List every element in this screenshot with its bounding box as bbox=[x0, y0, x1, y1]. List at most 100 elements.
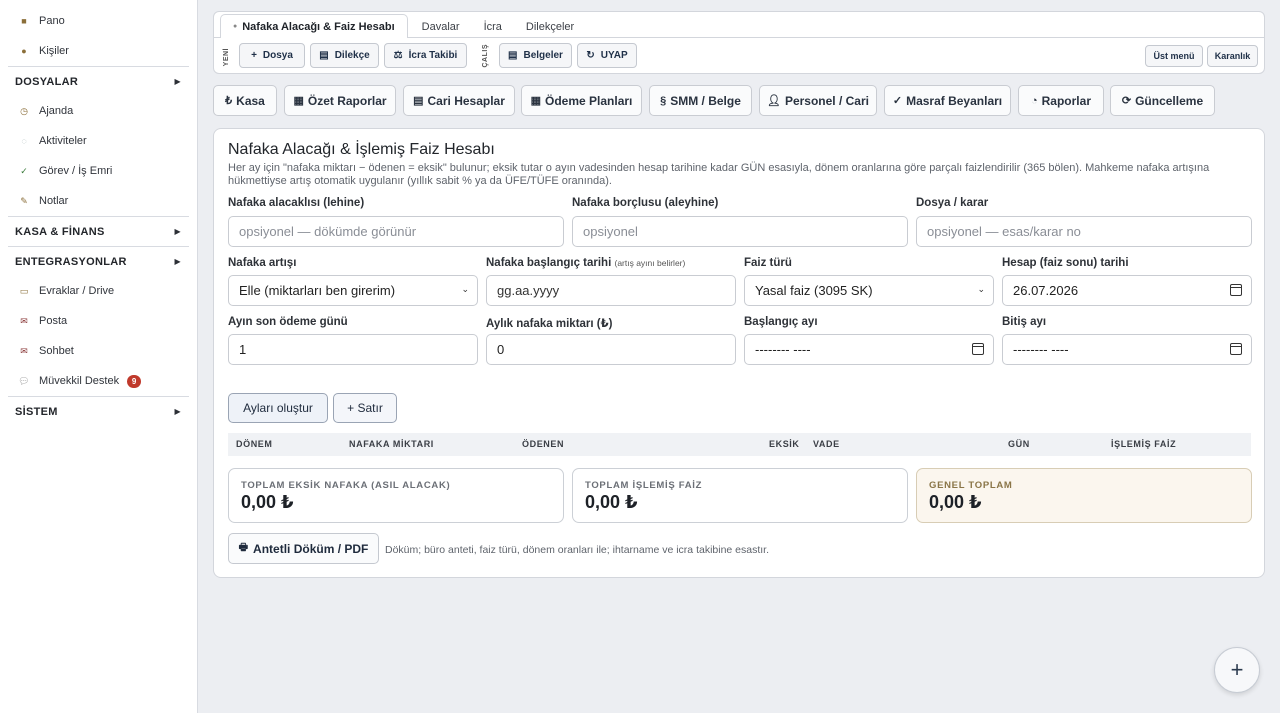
people-icon: ● bbox=[21, 46, 27, 56]
select-value: Yasal faiz (3095 SK) bbox=[755, 283, 873, 298]
dosya-karar-input[interactable]: opsiyonel — esas/karar no bbox=[916, 216, 1252, 247]
section-label: DOSYALAR bbox=[15, 75, 79, 88]
bitis-ay-input[interactable]: -------- ---- bbox=[1002, 334, 1252, 365]
select-value: Elle (miktarları ben girerim) bbox=[239, 283, 396, 298]
sidebar-item-label: Kişiler bbox=[39, 45, 69, 57]
sidebar-item-sohbet[interactable]: ✉ Sohbet bbox=[0, 336, 197, 366]
button-label: Cari Hesaplar bbox=[427, 93, 505, 108]
chevron-right-icon: ▶ bbox=[174, 77, 181, 86]
person-icon: 👤︎ bbox=[766, 95, 781, 107]
plus-icon: + bbox=[251, 50, 257, 61]
chat-icon: ✉ bbox=[20, 345, 28, 356]
hesap-tarihi-label: Hesap (faiz sonu) tarihi bbox=[1002, 257, 1129, 269]
tab-dilekceler[interactable]: Dilekçeler bbox=[514, 16, 586, 38]
son-odeme-input[interactable]: 1 bbox=[228, 334, 478, 365]
calendar-icon[interactable] bbox=[1230, 343, 1242, 355]
new-dosya-button[interactable]: + Dosya bbox=[239, 43, 305, 68]
belgeler-button[interactable]: ▤ Belgeler bbox=[499, 43, 572, 68]
summary-label: GENEL TOPLAM bbox=[929, 480, 1013, 491]
sidebar-item-kisiler[interactable]: ● Kişiler bbox=[0, 36, 197, 66]
chevron-right-icon: ▶ bbox=[174, 407, 181, 416]
sidebar-section-kasa[interactable]: KASA & FİNANS ▶ bbox=[8, 216, 189, 246]
column-header: İŞLEMİŞ FAİZ bbox=[1111, 439, 1177, 449]
page-title: Nafaka Alacağı & İşlemiş Faiz Hesabı bbox=[228, 141, 495, 158]
column-header: NAFAKA MİKTARI bbox=[349, 439, 434, 449]
sidebar-item-label: Posta bbox=[39, 315, 68, 327]
activity-icon: ◌ bbox=[21, 136, 27, 146]
bitis-ay-label: Bitiş ayı bbox=[1002, 316, 1047, 328]
label-hint: (artış ayını belirler) bbox=[614, 258, 686, 268]
sidebar-item-label: Notlar bbox=[39, 195, 69, 207]
raporlar-button[interactable]: ◔ Raporlar bbox=[1018, 85, 1104, 116]
artis-select[interactable]: Elle (miktarları ben girerim) ⌄ bbox=[228, 275, 478, 306]
column-header: VADE bbox=[813, 439, 840, 449]
aylik-miktar-input[interactable]: 0 bbox=[486, 334, 736, 365]
alacakli-input[interactable]: opsiyonel — dökümde görünür bbox=[228, 216, 564, 247]
folder-icon: ▭ bbox=[19, 285, 29, 296]
chevron-right-icon: ▶ bbox=[174, 257, 181, 266]
folder-icon: ▤ bbox=[508, 50, 518, 61]
refresh-icon: ⟳ bbox=[1121, 95, 1132, 107]
month-value: -------- ---- bbox=[755, 342, 811, 357]
chevron-down-icon: ⌄ bbox=[461, 284, 469, 294]
add-row-button[interactable]: + Satır bbox=[333, 393, 397, 423]
footer-note: Döküm; büro anteti, faiz türü, dönem ora… bbox=[385, 544, 770, 556]
sidebar-section-sistem[interactable]: SİSTEM ▶ bbox=[8, 396, 189, 426]
section-label: KASA & FİNANS bbox=[15, 225, 105, 238]
kasa-button[interactable]: ₺ Kasa bbox=[213, 85, 277, 116]
tab-nafaka[interactable]: ● Nafaka Alacağı & Faiz Hesabı bbox=[220, 14, 408, 38]
borclu-input[interactable]: opsiyonel bbox=[572, 216, 908, 247]
summary-label: TOPLAM İŞLEMİŞ FAİZ bbox=[585, 480, 703, 491]
section-label: SİSTEM bbox=[15, 405, 58, 418]
table-header: DÖNEM NAFAKA MİKTARI ÖDENEN EKSİK VADE G… bbox=[228, 433, 1251, 456]
sidebar-section-entegrasyonlar[interactable]: ENTEGRASYONLAR ▶ bbox=[8, 246, 189, 276]
group-label-calis: ÇALIŞ bbox=[482, 44, 489, 68]
chart-icon: ◔ bbox=[1030, 94, 1038, 107]
uyap-button[interactable]: ↻ UYAP bbox=[577, 43, 637, 68]
sidebar: ■ Pano ● Kişiler DOSYALAR ▶ ◷ Ajanda ◌ Aktivi… bbox=[0, 0, 198, 713]
baslangic-tarihi-input[interactable]: gg.aa.yyyy bbox=[486, 275, 736, 306]
section-label: ENTEGRASYONLAR bbox=[15, 255, 127, 268]
new-dilekce-button[interactable]: ▤ Dilekçe bbox=[310, 43, 379, 68]
add-fab-button[interactable]: + bbox=[1214, 647, 1260, 693]
button-label: Kasa bbox=[236, 93, 265, 108]
ust-menu-button[interactable]: Üst menü bbox=[1145, 45, 1203, 67]
tab-icra[interactable]: İcra bbox=[472, 16, 514, 38]
guncelleme-button[interactable]: ⟳ Güncelleme bbox=[1110, 85, 1215, 116]
notification-badge: 9 bbox=[127, 374, 142, 388]
aylari-olustur-button[interactable]: Ayları oluştur bbox=[228, 393, 328, 423]
hesap-tarihi-input[interactable]: 26.07.2026 bbox=[1002, 275, 1252, 306]
nafaka-calculator-card: Nafaka Alacağı & İşlemiş Faiz Hesabı Her… bbox=[213, 128, 1265, 578]
sidebar-item-pano[interactable]: ■ Pano bbox=[0, 6, 197, 36]
button-label: Belgeler bbox=[523, 50, 563, 61]
sidebar-item-evraklar[interactable]: ▭ Evraklar / Drive bbox=[0, 276, 197, 306]
total-faiz-card: TOPLAM İŞLEMİŞ FAİZ 0,00 ₺ bbox=[572, 468, 908, 523]
sidebar-item-notlar[interactable]: ✎ Notlar bbox=[0, 186, 197, 216]
cari-hesaplar-button[interactable]: ▤ Cari Hesaplar bbox=[403, 85, 515, 116]
new-icra-takibi-button[interactable]: ⚖ İcra Takibi bbox=[384, 43, 467, 68]
sidebar-item-gorev[interactable]: ✓ Görev / İş Emri bbox=[0, 156, 197, 186]
sidebar-item-muvekkil[interactable]: 💬︎ Müvekkil Destek 9 bbox=[0, 366, 197, 396]
refresh-icon: ↻ bbox=[586, 50, 595, 61]
dark-mode-button[interactable]: Karanlık bbox=[1207, 45, 1258, 67]
sidebar-item-ajanda[interactable]: ◷ Ajanda bbox=[0, 96, 197, 126]
sidebar-section-dosyalar[interactable]: DOSYALAR ▶ bbox=[8, 66, 189, 96]
sidebar-item-posta[interactable]: ✉ Posta bbox=[0, 306, 197, 336]
tab-davalar[interactable]: Davalar bbox=[410, 16, 472, 38]
sidebar-item-aktiviteler[interactable]: ◌ Aktiviteler bbox=[0, 126, 197, 156]
personel-cari-button[interactable]: 👤︎ Personel / Cari bbox=[759, 85, 877, 116]
clock-icon: ◷ bbox=[20, 105, 28, 116]
odeme-planlari-button[interactable]: ▦ Ödeme Planları bbox=[521, 85, 642, 116]
smm-belge-button[interactable]: § SMM / Belge bbox=[649, 85, 752, 116]
button-label: Ödeme Planları bbox=[545, 93, 633, 108]
ozet-raporlar-button[interactable]: ▦ Özet Raporlar bbox=[284, 85, 396, 116]
plus-icon: + bbox=[1230, 657, 1244, 682]
calendar-icon[interactable] bbox=[972, 343, 984, 355]
masraf-beyanlari-button[interactable]: ✓ Masraf Beyanları bbox=[884, 85, 1011, 116]
baslangic-ay-input[interactable]: -------- ---- bbox=[744, 334, 994, 365]
sidebar-item-label: Aktiviteler bbox=[39, 135, 87, 147]
alacakli-label: Nafaka alacaklısı (lehine) bbox=[228, 197, 365, 209]
pdf-export-button[interactable]: 🖶︎ Antetli Döküm / PDF bbox=[228, 533, 379, 564]
faiz-turu-select[interactable]: Yasal faiz (3095 SK) ⌄ bbox=[744, 275, 994, 306]
calendar-icon[interactable] bbox=[1230, 284, 1242, 296]
